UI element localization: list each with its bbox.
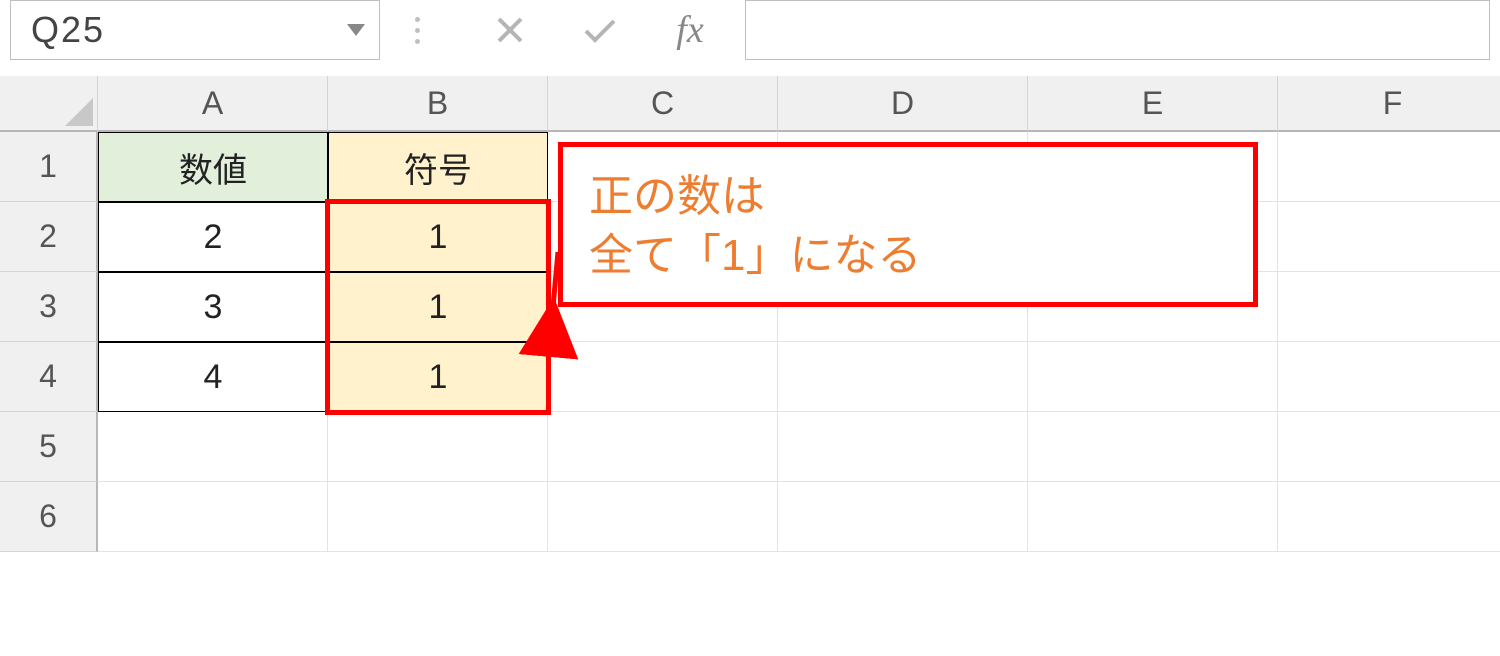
cell-C5[interactable] <box>548 412 778 482</box>
cell-C6[interactable] <box>548 482 778 552</box>
cell-D4[interactable] <box>778 342 1028 412</box>
column-header-C[interactable]: C <box>548 76 778 132</box>
column-header-D[interactable]: D <box>778 76 1028 132</box>
cell-A1[interactable]: 数値 <box>98 132 328 202</box>
formula-input[interactable] <box>746 1 1489 59</box>
formula-bar: Q25 fx <box>0 0 1500 76</box>
cell-B5[interactable] <box>328 412 548 482</box>
cell-B4[interactable]: 1 <box>328 342 548 412</box>
cell-B3[interactable]: 1 <box>328 272 548 342</box>
row-header-3[interactable]: 3 <box>0 272 98 342</box>
row-header-5[interactable]: 5 <box>0 412 98 482</box>
insert-function-button[interactable]: fx <box>645 0 735 60</box>
column-header-F[interactable]: F <box>1278 76 1500 132</box>
formula-bar-buttons: fx <box>465 0 735 60</box>
column-header-E[interactable]: E <box>1028 76 1278 132</box>
row-header-2[interactable]: 2 <box>0 202 98 272</box>
cell-C4[interactable] <box>548 342 778 412</box>
select-all-corner[interactable] <box>0 76 98 132</box>
row-headers: 123456 <box>0 132 98 552</box>
formula-input-container <box>745 0 1490 60</box>
callout-line1: 正の数は <box>589 167 1227 226</box>
column-header-A[interactable]: A <box>98 76 328 132</box>
cell-B1[interactable]: 符号 <box>328 132 548 202</box>
cell-A6[interactable] <box>98 482 328 552</box>
column-header-B[interactable]: B <box>328 76 548 132</box>
grip-icon <box>415 17 420 44</box>
cell-D5[interactable] <box>778 412 1028 482</box>
callout-line2: 全て「1」になる <box>589 226 1227 285</box>
name-box-dropdown-icon[interactable] <box>347 24 365 36</box>
cell-E5[interactable] <box>1028 412 1278 482</box>
cell-F1[interactable] <box>1278 132 1500 202</box>
cell-F5[interactable] <box>1278 412 1500 482</box>
cell-A4[interactable]: 4 <box>98 342 328 412</box>
row-header-1[interactable]: 1 <box>0 132 98 202</box>
fx-label: fx <box>676 8 703 52</box>
name-box[interactable]: Q25 <box>10 0 380 60</box>
name-box-value: Q25 <box>31 9 105 51</box>
cell-F2[interactable] <box>1278 202 1500 272</box>
cell-E4[interactable] <box>1028 342 1278 412</box>
cell-F4[interactable] <box>1278 342 1500 412</box>
cell-A2[interactable]: 2 <box>98 202 328 272</box>
cell-A5[interactable] <box>98 412 328 482</box>
cancel-button[interactable] <box>465 0 555 60</box>
cell-F6[interactable] <box>1278 482 1500 552</box>
cell-F3[interactable] <box>1278 272 1500 342</box>
cell-E6[interactable] <box>1028 482 1278 552</box>
row-header-4[interactable]: 4 <box>0 342 98 412</box>
cell-A3[interactable]: 3 <box>98 272 328 342</box>
cell-B2[interactable]: 1 <box>328 202 548 272</box>
row-header-6[interactable]: 6 <box>0 482 98 552</box>
cell-B6[interactable] <box>328 482 548 552</box>
column-headers: ABCDEF <box>98 76 1500 132</box>
callout-box: 正の数は 全て「1」になる <box>558 142 1258 307</box>
cell-D6[interactable] <box>778 482 1028 552</box>
enter-button[interactable] <box>555 0 645 60</box>
